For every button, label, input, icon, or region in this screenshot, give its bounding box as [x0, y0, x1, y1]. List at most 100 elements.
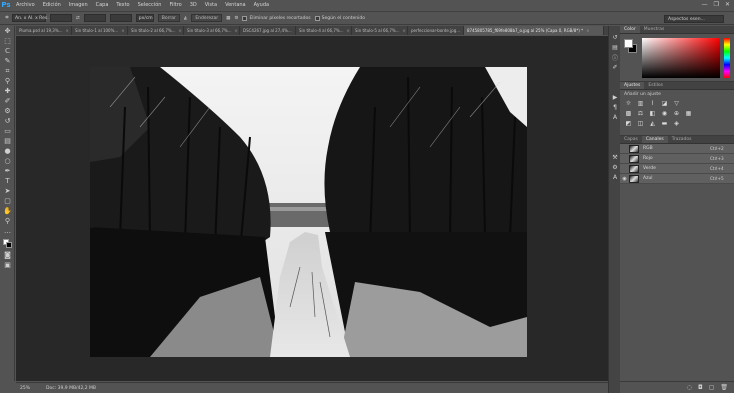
- resolution-unit-select[interactable]: px/cm: [135, 14, 154, 22]
- edit-toolbar-icon[interactable]: …: [0, 226, 15, 236]
- color-balance-icon[interactable]: ⚖: [636, 109, 645, 117]
- delete-cropped-option[interactable]: Eliminar píxeles recortados: [242, 15, 311, 21]
- menu-seleccion[interactable]: Selección: [134, 2, 166, 8]
- close-tab-icon[interactable]: ×: [235, 28, 238, 33]
- vibrance-icon[interactable]: ▽: [672, 99, 681, 107]
- doc-tab[interactable]: Sin título-3 al 66,7%... ×: [184, 26, 240, 35]
- foreground-color-swatch[interactable]: [624, 39, 633, 48]
- close-tab-icon[interactable]: ×: [586, 28, 589, 33]
- hue-slider[interactable]: [724, 38, 730, 78]
- menu-edicion[interactable]: Edición: [39, 2, 65, 8]
- menu-ventana[interactable]: Ventana: [221, 2, 250, 8]
- crop-preset-select[interactable]: An. x Al. x Res.: [12, 14, 49, 22]
- selective-color-icon[interactable]: ◈: [672, 119, 681, 127]
- hue-saturation-icon[interactable]: ▩: [624, 109, 633, 117]
- doc-tab[interactable]: Sin título-2 al 66,7%... ×: [128, 26, 184, 35]
- brightness-contrast-icon[interactable]: ☼: [624, 99, 633, 107]
- posterize-icon[interactable]: ◫: [636, 119, 645, 127]
- crop-tool-icon[interactable]: ⌗: [2, 13, 12, 23]
- color-swatches[interactable]: [0, 236, 15, 250]
- canvas-area[interactable]: [16, 36, 608, 381]
- doc-tab[interactable]: DSC4267.jpg al 27,4%...×: [240, 26, 296, 35]
- tab-paths[interactable]: Trazados: [668, 136, 696, 143]
- crop-width-input[interactable]: [50, 14, 72, 22]
- menu-3d[interactable]: 3D: [186, 2, 201, 8]
- tab-swatches[interactable]: Muestras: [640, 26, 669, 33]
- close-tab-icon[interactable]: ×: [403, 28, 406, 33]
- doc-tab[interactable]: Sin título-1 al 100%... ×: [72, 26, 128, 35]
- load-selection-icon[interactable]: ◌: [687, 384, 692, 391]
- history-brush-tool-icon[interactable]: ↺: [0, 116, 15, 126]
- curves-icon[interactable]: ⌇: [648, 99, 657, 107]
- pen-tool-icon[interactable]: ✒: [0, 166, 15, 176]
- content-aware-checkbox[interactable]: [314, 15, 320, 21]
- doc-tab[interactable]: Pluma.psd al 19,3%... ×: [16, 26, 72, 35]
- delete-channel-icon[interactable]: 🗑: [720, 384, 728, 391]
- content-aware-option[interactable]: Según el contenido: [314, 15, 365, 21]
- channel-mixer-icon[interactable]: ⊕: [672, 109, 681, 117]
- straighten-icon[interactable]: ◭: [184, 16, 187, 21]
- delete-cropped-checkbox[interactable]: [242, 15, 248, 21]
- document-image[interactable]: [90, 67, 527, 357]
- brush-tool-icon[interactable]: ✐: [0, 96, 15, 106]
- doc-tab-active[interactable]: 8745805785_f69fe808b7_o.jpg al 25% (Capa…: [464, 26, 604, 35]
- doc-tab[interactable]: perfeccionar-borde.jpg...×: [408, 26, 464, 35]
- tab-channels[interactable]: Canales: [641, 136, 668, 143]
- straighten-button[interactable]: Enderezar: [191, 14, 223, 22]
- menu-vista[interactable]: Vista: [201, 2, 221, 8]
- document-info[interactable]: Doc: 39,9 MB/42,2 MB: [46, 386, 96, 391]
- dodge-tool-icon[interactable]: ○: [0, 156, 15, 166]
- menu-imagen[interactable]: Imagen: [65, 2, 92, 8]
- black-white-icon[interactable]: ◧: [648, 109, 657, 117]
- close-tab-icon[interactable]: ×: [179, 28, 182, 33]
- close-tab-icon[interactable]: ×: [347, 28, 350, 33]
- stamp-tool-icon[interactable]: ⚙: [0, 106, 15, 116]
- close-tab-icon[interactable]: ×: [121, 28, 124, 33]
- gradient-map-icon[interactable]: ▬: [660, 119, 669, 127]
- menu-archivo[interactable]: Archivo: [12, 2, 39, 8]
- minimize-icon[interactable]: —: [702, 1, 708, 8]
- healing-tool-icon[interactable]: ✚: [0, 86, 15, 96]
- levels-icon[interactable]: ▥: [636, 99, 645, 107]
- background-color-swatch[interactable]: [5, 242, 12, 248]
- marquee-tool-icon[interactable]: ⬚: [0, 36, 15, 46]
- menu-texto[interactable]: Texto: [112, 2, 133, 8]
- eyedropper-tool-icon[interactable]: ⚲: [0, 76, 15, 86]
- menu-filtro[interactable]: Filtro: [165, 2, 185, 8]
- screen-mode-icon[interactable]: ▣: [0, 260, 15, 270]
- photo-filter-icon[interactable]: ◉: [660, 109, 669, 117]
- doc-tab[interactable]: Sin título-4 al 66,7%... ×: [296, 26, 352, 35]
- menu-ayuda[interactable]: Ayuda: [250, 2, 273, 8]
- hand-tool-icon[interactable]: ✋: [0, 206, 15, 216]
- clear-button[interactable]: Borrar: [157, 14, 180, 22]
- channel-row[interactable]: Verde Ctrl+4: [620, 164, 734, 174]
- zoom-level[interactable]: 25%: [16, 386, 46, 391]
- workspace-select[interactable]: Aspectos esen...: [664, 15, 724, 23]
- tab-layers[interactable]: Capas: [620, 136, 642, 143]
- close-icon[interactable]: ✕: [725, 1, 730, 8]
- settings-gear-icon[interactable]: ⚙: [234, 16, 238, 21]
- visibility-eye-icon[interactable]: ◉: [620, 176, 629, 182]
- tab-adjustments[interactable]: Ajustes: [620, 82, 645, 89]
- channel-row[interactable]: Rojo Ctrl+3: [620, 154, 734, 164]
- exposure-icon[interactable]: ◪: [660, 99, 669, 107]
- doc-tab[interactable]: Sin título-5 al 66,7%... ×: [352, 26, 408, 35]
- resolution-input[interactable]: [109, 14, 132, 22]
- color-picker-field[interactable]: [642, 38, 720, 78]
- color-lookup-icon[interactable]: ▦: [684, 109, 693, 117]
- quick-mask-icon[interactable]: ◙: [0, 250, 15, 260]
- grid-overlay-icon[interactable]: ▦: [226, 16, 230, 21]
- quick-select-tool-icon[interactable]: ✎: [0, 56, 15, 66]
- gradient-tool-icon[interactable]: ▤: [0, 136, 15, 146]
- tab-styles[interactable]: Estilos: [644, 82, 667, 89]
- channel-row[interactable]: ◉ Azul Ctrl+5: [620, 174, 734, 184]
- crop-tool-icon[interactable]: ⌗: [0, 66, 15, 76]
- menu-capa[interactable]: Capa: [92, 2, 113, 8]
- channel-row[interactable]: RGB Ctrl+2: [620, 144, 734, 154]
- shape-tool-icon[interactable]: ▢: [0, 196, 15, 206]
- lasso-tool-icon[interactable]: ᑕ: [0, 46, 15, 56]
- path-select-tool-icon[interactable]: ➤: [0, 186, 15, 196]
- zoom-tool-icon[interactable]: ⚲: [0, 216, 15, 226]
- move-tool-icon[interactable]: ✥: [0, 26, 15, 36]
- crop-height-input[interactable]: [83, 14, 106, 22]
